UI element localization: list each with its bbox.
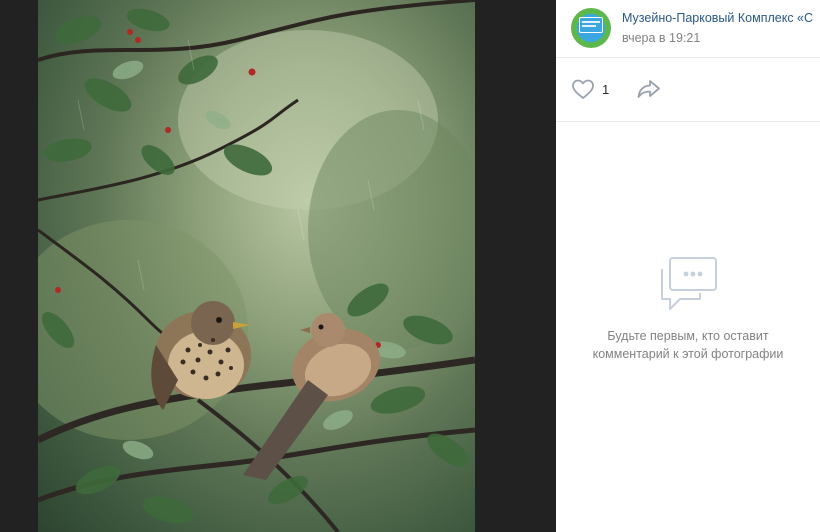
avatar-logo-line — [582, 25, 596, 27]
photo[interactable] — [38, 0, 475, 532]
empty-comments: Будьте первым, кто оставит комментарий к… — [556, 255, 820, 363]
owner-avatar[interactable] — [571, 8, 611, 48]
photo-viewer-background[interactable] — [0, 0, 556, 532]
empty-comments-line: комментарий к этой фотографии — [592, 347, 784, 361]
juvenile-bird — [243, 313, 380, 480]
share-arrow-icon — [637, 80, 660, 98]
heart-outline-icon — [572, 79, 594, 99]
post-time-link[interactable]: вчера в 19:21 — [622, 31, 700, 45]
empty-comments-text: Будьте первым, кто оставит комментарий к… — [556, 327, 820, 363]
post-header: Музейно-Парковый Комплекс «С вчера в 19:… — [556, 0, 820, 58]
like-button[interactable]: 1 — [571, 78, 609, 100]
like-count: 1 — [602, 81, 610, 97]
chat-bubble-icon — [661, 257, 717, 310]
photo-actions-bar: 1 — [556, 59, 820, 122]
avatar-logo-line — [582, 21, 600, 23]
photo-illustration — [38, 0, 475, 532]
empty-comments-line: Будьте первым, кто оставит — [607, 329, 769, 343]
share-button[interactable] — [636, 78, 662, 100]
owner-name-link[interactable]: Музейно-Парковый Комплекс «С — [622, 11, 820, 25]
photo-side-panel: Музейно-Парковый Комплекс «С вчера в 19:… — [556, 0, 820, 532]
